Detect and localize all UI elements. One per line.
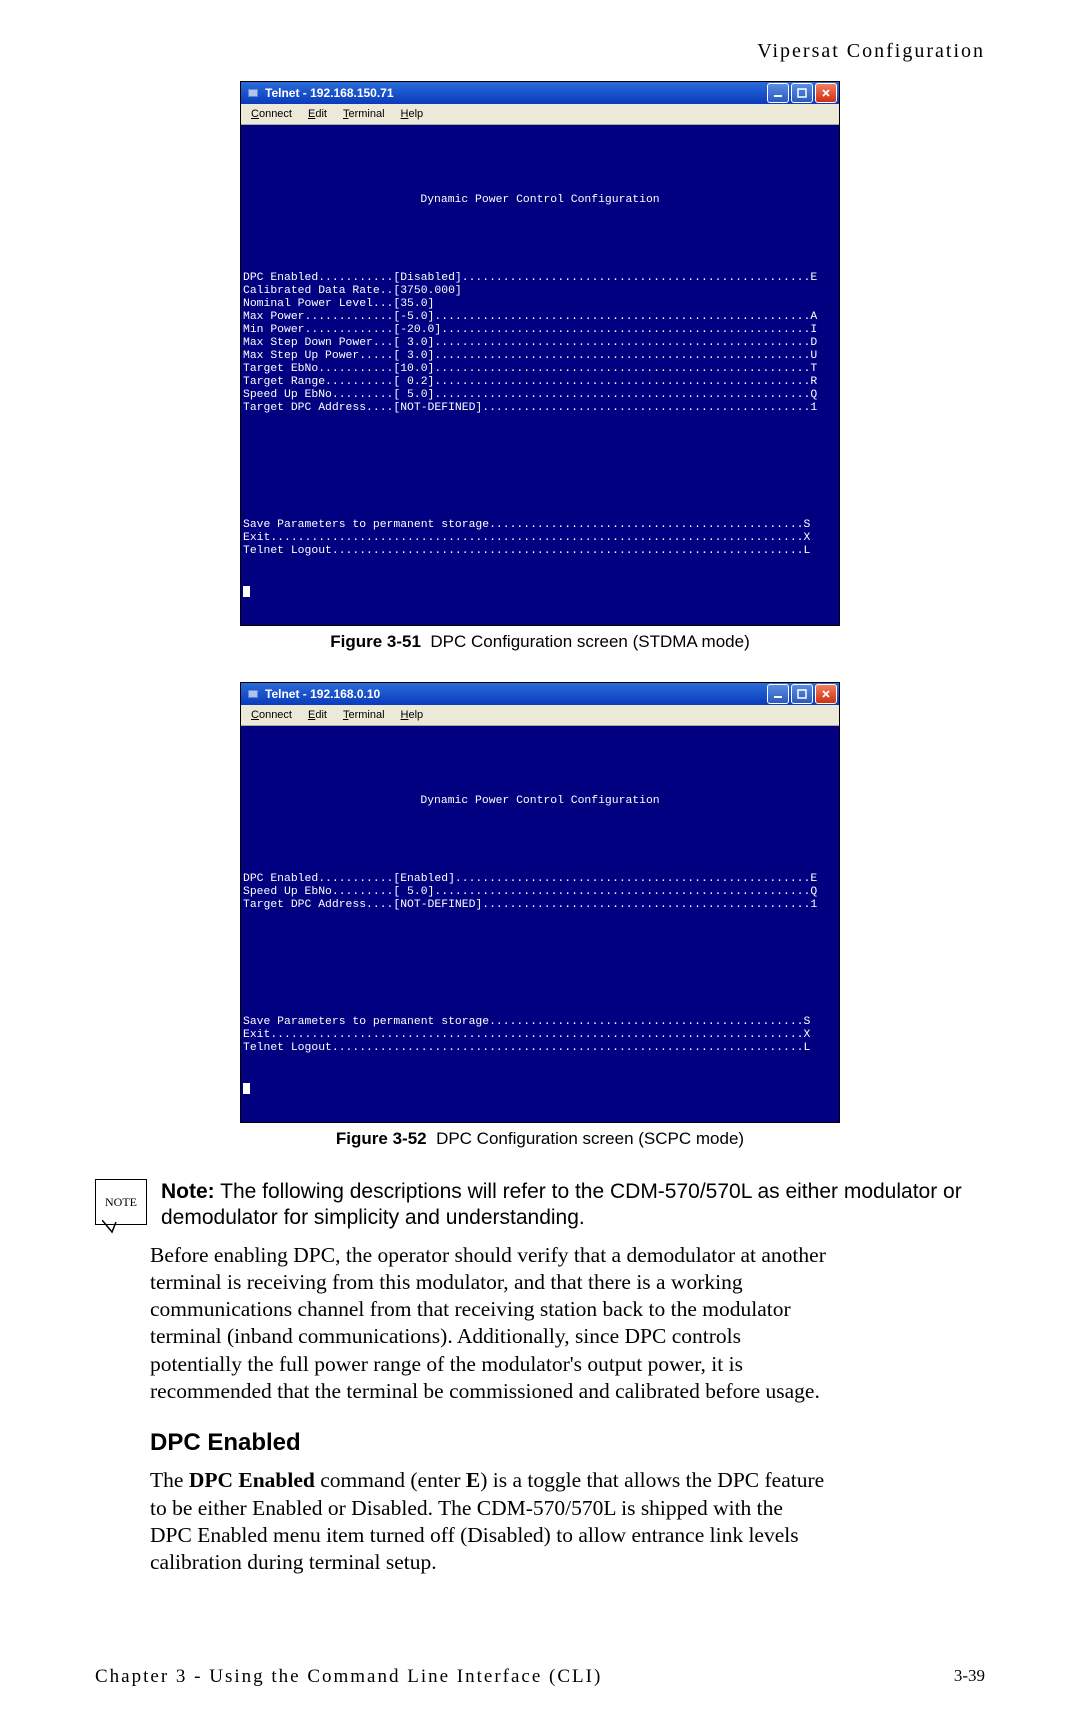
menu-help[interactable]: Help	[395, 707, 430, 723]
note-icon: NOTE	[95, 1179, 147, 1225]
minimize-icon[interactable]	[767, 83, 789, 103]
terminal-body: Dynamic Power Control Configuration DPC …	[241, 125, 839, 625]
telnet-window-stdma: Telnet - 192.168.150.71 ConnectEditTermi…	[240, 81, 840, 626]
close-icon[interactable]	[815, 684, 837, 704]
menu-connect[interactable]: Connect	[245, 106, 298, 122]
action-row: Telnet Logout...........................…	[243, 545, 837, 558]
config-row: Min Power.............[-20.0]...........…	[243, 324, 837, 337]
config-row: DPC Enabled...........[Disabled]........…	[243, 272, 837, 285]
close-icon[interactable]	[815, 83, 837, 103]
menu-edit[interactable]: Edit	[302, 707, 333, 723]
action-row: Save Parameters to permanent storage....…	[243, 519, 837, 532]
screen-title: Dynamic Power Control Configuration	[243, 194, 837, 207]
terminal-body: Dynamic Power Control Configuration DPC …	[241, 726, 839, 1122]
body-paragraph: The DPC Enabled command (enter E) is a t…	[150, 1467, 830, 1576]
config-row: Nominal Power Level...[35.0]	[243, 298, 837, 311]
config-row: Target DPC Address....[NOT-DEFINED].....…	[243, 402, 837, 415]
action-row: Exit....................................…	[243, 532, 837, 545]
section-heading: DPC Enabled	[150, 1429, 985, 1457]
window-title: Telnet - 192.168.150.71	[265, 86, 767, 100]
config-row: Speed Up EbNo.........[ 5.0]............…	[243, 389, 837, 402]
window-title: Telnet - 192.168.0.10	[265, 687, 767, 701]
menu-connect[interactable]: Connect	[245, 707, 298, 723]
config-row: Max Power.............[-5.0]............…	[243, 311, 837, 324]
titlebar: Telnet - 192.168.150.71	[241, 82, 839, 104]
minimize-icon[interactable]	[767, 684, 789, 704]
menubar: ConnectEditTerminalHelp	[241, 705, 839, 726]
action-row: Telnet Logout...........................…	[243, 1042, 837, 1055]
cursor-icon	[243, 1083, 250, 1094]
maximize-icon[interactable]	[791, 684, 813, 704]
menu-terminal[interactable]: Terminal	[337, 707, 391, 723]
menu-edit[interactable]: Edit	[302, 106, 333, 122]
cursor-icon	[243, 586, 250, 597]
page-number: 3-39	[954, 1666, 985, 1688]
menu-help[interactable]: Help	[395, 106, 430, 122]
screen-title: Dynamic Power Control Configuration	[243, 795, 837, 808]
action-row: Save Parameters to permanent storage....…	[243, 1016, 837, 1029]
titlebar: Telnet - 192.168.0.10	[241, 683, 839, 705]
config-row: Target Range..........[ 0.2]............…	[243, 376, 837, 389]
figure-caption-51: Figure 3-51 DPC Configuration screen (ST…	[95, 632, 985, 652]
config-row: Max Step Up Power.....[ 3.0]............…	[243, 350, 837, 363]
config-row: Target EbNo...........[10.0]............…	[243, 363, 837, 376]
telnet-icon	[245, 85, 261, 101]
menu-terminal[interactable]: Terminal	[337, 106, 391, 122]
running-head: Vipersat Configuration	[95, 40, 985, 63]
config-row: DPC Enabled...........[Enabled].........…	[243, 873, 837, 886]
note-text: Note: The following descriptions will re…	[159, 1179, 985, 1232]
config-row: Max Step Down Power...[ 3.0]............…	[243, 337, 837, 350]
config-row: Target DPC Address....[NOT-DEFINED].....…	[243, 899, 837, 912]
config-row: Calibrated Data Rate..[3750.000]	[243, 285, 837, 298]
action-row: Exit....................................…	[243, 1029, 837, 1042]
body-paragraph: Before enabling DPC, the operator should…	[150, 1242, 830, 1406]
footer-chapter: Chapter 3 - Using the Command Line Inter…	[95, 1666, 602, 1688]
maximize-icon[interactable]	[791, 83, 813, 103]
telnet-icon	[245, 686, 261, 702]
figure-caption-52: Figure 3-52 DPC Configuration screen (SC…	[95, 1129, 985, 1149]
config-row: Speed Up EbNo.........[ 5.0]............…	[243, 886, 837, 899]
menubar: ConnectEditTerminalHelp	[241, 104, 839, 125]
telnet-window-scpc: Telnet - 192.168.0.10 ConnectEditTermina…	[240, 682, 840, 1123]
